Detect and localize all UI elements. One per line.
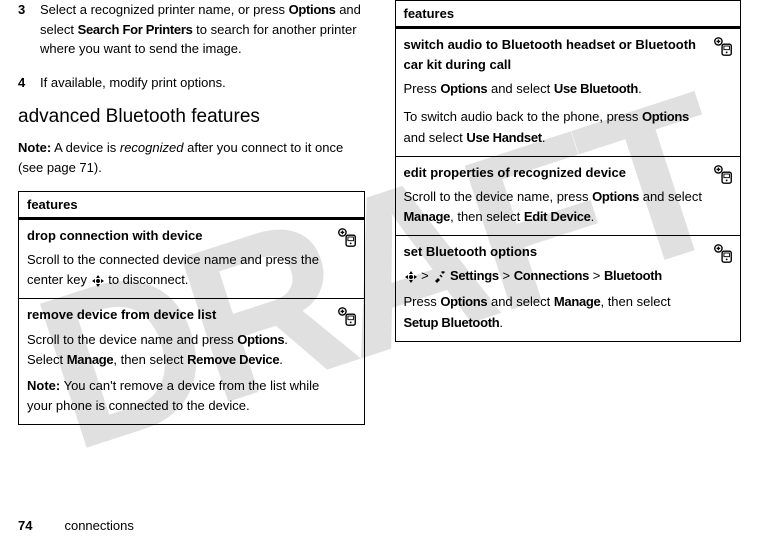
text: .: [279, 352, 283, 367]
options-label: Options: [440, 294, 487, 309]
text: A device is: [51, 140, 120, 155]
table-header-row: features: [19, 192, 365, 219]
use-handset-label: Use Handset: [466, 130, 541, 145]
step-number: 4: [18, 73, 40, 93]
setup-bluetooth-label: Setup Bluetooth: [404, 315, 500, 330]
row-title: drop connection with device: [27, 226, 326, 246]
row-body: Scroll to the device name and press Opti…: [27, 330, 326, 370]
text: Press: [404, 81, 441, 96]
tools-icon: [432, 268, 446, 283]
options-label: Options: [237, 332, 284, 347]
row-note: Note: You can't remove a device from the…: [27, 376, 326, 416]
edit-device-label: Edit Device: [524, 209, 591, 224]
settings-label: Settings: [450, 268, 499, 283]
text: and select: [487, 294, 554, 309]
text: , then select: [113, 352, 187, 367]
center-key-icon: [91, 272, 105, 287]
center-key-icon: [404, 268, 418, 283]
options-label: Options: [289, 2, 336, 17]
options-label: Options: [440, 81, 487, 96]
row-body: Press Options and select Manage, then se…: [404, 292, 703, 332]
table-row: drop connection with device Scroll to th…: [19, 219, 365, 299]
bluetooth-device-icon: [336, 305, 358, 333]
text: and select: [487, 81, 554, 96]
text: Scroll to the device name and press: [27, 332, 237, 347]
row-title: set Bluetooth options: [404, 242, 703, 262]
features-table-left: features drop connection with device Scr…: [18, 191, 365, 425]
bluetooth-device-icon: [712, 242, 734, 270]
text: Press: [404, 294, 441, 309]
text: You can't remove a device from the list …: [27, 378, 319, 413]
text: and select: [639, 189, 702, 204]
text: Select a recognized printer name, or pre…: [40, 2, 289, 17]
row-body: Press Options and select Use Bluetooth.: [404, 79, 703, 99]
connections-label: Connections: [514, 268, 589, 283]
page-footer: 74 connections: [18, 518, 134, 533]
row-body: To switch audio back to the phone, press…: [404, 107, 703, 147]
table-row: edit properties of recognized device Scr…: [395, 156, 741, 235]
page-content: 3 Select a recognized printer name, or p…: [0, 0, 759, 500]
features-header: features: [19, 192, 365, 219]
text: >: [499, 268, 514, 283]
table-row: set Bluetooth options > Settings > Conne…: [395, 236, 741, 342]
note-prefix: Note:: [27, 378, 60, 393]
bluetooth-label: Bluetooth: [604, 268, 662, 283]
text: to disconnect.: [105, 272, 189, 287]
options-label: Options: [642, 109, 689, 124]
bluetooth-device-icon: [712, 163, 734, 191]
page-number: 74: [18, 518, 32, 533]
step-text: If available, modify print options.: [40, 73, 365, 93]
row-title: remove device from device list: [27, 305, 326, 325]
row-body: Scroll to the device name, press Options…: [404, 187, 703, 227]
section-name: connections: [64, 518, 133, 533]
text: .: [638, 81, 642, 96]
text: .: [591, 209, 595, 224]
text: To switch audio back to the phone, press: [404, 109, 642, 124]
bluetooth-device-icon: [712, 35, 734, 63]
text: >: [421, 268, 432, 283]
features-header: features: [395, 1, 741, 28]
text: , then select: [450, 209, 524, 224]
note: Note: A device is recognized after you c…: [18, 138, 365, 177]
step-4: 4 If available, modify print options.: [18, 73, 365, 93]
right-column: features switch audio to Bluetooth heads…: [395, 0, 742, 500]
text: , then select: [600, 294, 670, 309]
text: Scroll to the device name, press: [404, 189, 593, 204]
text: >: [589, 268, 604, 283]
options-label: Options: [592, 189, 639, 204]
table-row: remove device from device list Scroll to…: [19, 299, 365, 425]
text: .: [499, 315, 503, 330]
left-column: 3 Select a recognized printer name, or p…: [18, 0, 365, 500]
bluetooth-device-icon: [336, 226, 358, 254]
text: .: [542, 130, 546, 145]
nav-path: > Settings > Connections > Bluetooth: [404, 266, 703, 286]
row-body: Scroll to the connected device name and …: [27, 250, 326, 290]
manage-label: Manage: [554, 294, 601, 309]
step-text: Select a recognized printer name, or pre…: [40, 0, 365, 59]
manage-label: Manage: [67, 352, 114, 367]
use-bluetooth-label: Use Bluetooth: [554, 81, 638, 96]
row-title: edit properties of recognized device: [404, 163, 703, 183]
note-prefix: Note:: [18, 140, 51, 155]
recognized-term: recognized: [120, 140, 184, 155]
text: and select: [404, 130, 467, 145]
step-3: 3 Select a recognized printer name, or p…: [18, 0, 365, 59]
manage-label: Manage: [404, 209, 451, 224]
features-table-right: features switch audio to Bluetooth heads…: [395, 0, 742, 342]
remove-device-label: Remove Device: [187, 352, 279, 367]
row-title: switch audio to Bluetooth headset or Blu…: [404, 35, 703, 75]
section-heading: advanced Bluetooth features: [18, 106, 365, 128]
search-printers-label: Search For Printers: [78, 22, 193, 37]
step-number: 3: [18, 0, 40, 59]
table-row: switch audio to Bluetooth headset or Blu…: [395, 28, 741, 157]
table-header-row: features: [395, 1, 741, 28]
